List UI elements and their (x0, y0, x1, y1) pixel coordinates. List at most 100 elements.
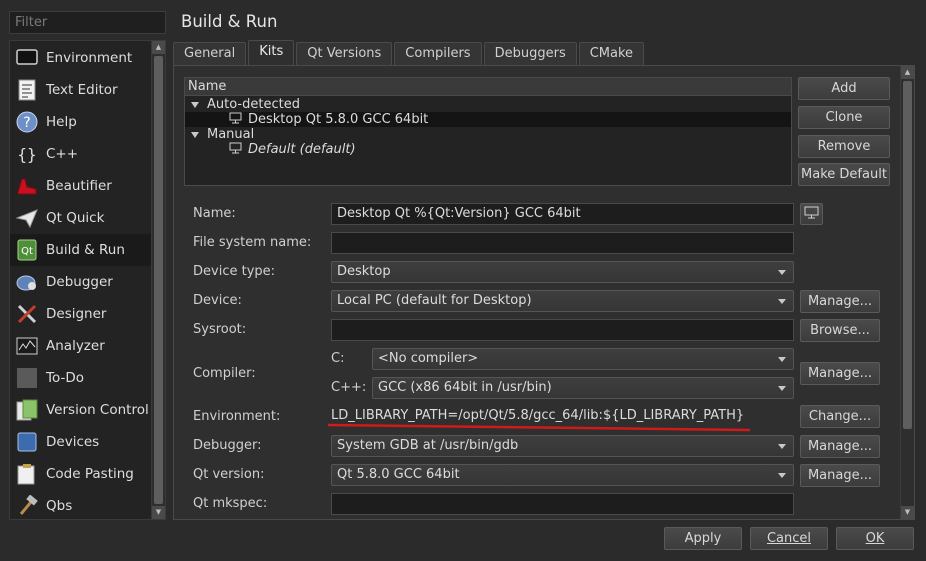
tree-group-manual[interactable]: Manual (185, 127, 791, 142)
kit-item-default[interactable]: Default (default) (185, 142, 791, 157)
monitor-icon (229, 112, 242, 128)
compiler-c-select[interactable]: <No compiler> (372, 348, 794, 370)
environment-change-button[interactable]: Change... (800, 405, 880, 428)
kit-label: Desktop Qt 5.8.0 GCC 64bit (248, 112, 429, 127)
tab-general[interactable]: General (173, 42, 247, 66)
tab-cmake[interactable]: CMake (578, 42, 645, 66)
debugger-manage-button[interactable]: Manage... (800, 435, 880, 458)
tab-debuggers[interactable]: Debuggers (483, 42, 577, 66)
category-scrollbar[interactable]: ▲ ▼ (151, 41, 165, 519)
kits-panel: Name Auto-detected Desktop Qt 5.8.0 GCC … (173, 65, 915, 520)
tree-group-label: Auto-detected (207, 97, 300, 112)
sidebar-item-qt-quick[interactable]: Qt Quick (10, 202, 152, 234)
svg-text:Qt: Qt (21, 246, 33, 257)
kit-item-desktop-qt[interactable]: Desktop Qt 5.8.0 GCC 64bit (185, 112, 791, 127)
compiler-manage-button[interactable]: Manage... (800, 362, 880, 385)
sidebar-item-code-pasting[interactable]: Code Pasting (10, 458, 152, 490)
scroll-down-arrow-icon[interactable]: ▼ (901, 506, 914, 519)
sidebar-item-label: Designer (46, 306, 107, 322)
device-manage-button[interactable]: Manage... (800, 290, 880, 313)
sidebar-item-text-editor[interactable]: Text Editor (10, 74, 152, 106)
remove-kit-button[interactable]: Remove (798, 135, 890, 158)
sidebar-item-analyzer[interactable]: Analyzer (10, 330, 152, 362)
tab-compilers[interactable]: Compilers (394, 42, 482, 66)
sidebar-item-designer[interactable]: Designer (10, 298, 152, 330)
expand-arrow-icon[interactable] (191, 131, 199, 138)
sidebar-item-qbs[interactable]: Qbs (10, 490, 152, 519)
filter-input[interactable]: Filter (9, 11, 166, 34)
device-type-select[interactable]: Desktop (331, 261, 794, 283)
build-run-icon: Qt (16, 239, 38, 261)
scrollbar-thumb[interactable] (154, 56, 163, 504)
name-field[interactable]: Desktop Qt %{Qt:Version} GCC 64bit (331, 203, 794, 225)
kit-label: Default (default) (248, 142, 356, 157)
todo-icon (16, 367, 38, 389)
cancel-button[interactable]: Cancel (750, 527, 828, 550)
scroll-down-arrow-icon[interactable]: ▼ (152, 506, 165, 519)
sidebar-item-version-control[interactable]: Version Control (10, 394, 152, 426)
sysroot-browse-button[interactable]: Browse... (800, 319, 880, 342)
sidebar-item-cpp[interactable]: {} C++ (10, 138, 152, 170)
sidebar-item-label: Help (46, 114, 77, 130)
tab-kits[interactable]: Kits (248, 40, 295, 66)
sidebar-item-beautifier[interactable]: Beautifier (10, 170, 152, 202)
debugger-select[interactable]: System GDB at /usr/bin/gdb (331, 435, 794, 457)
sidebar-item-label: Debugger (46, 274, 113, 290)
sidebar-item-label: Environment (46, 50, 133, 66)
qt-mkspec-label: Qt mkspec: (193, 496, 268, 511)
debugger-value: System GDB at /usr/bin/gdb (337, 438, 519, 453)
kit-tree[interactable]: Name Auto-detected Desktop Qt 5.8.0 GCC … (184, 77, 792, 186)
tab-qt-versions[interactable]: Qt Versions (296, 42, 393, 66)
sidebar-item-label: Version Control (46, 402, 149, 418)
clone-kit-button[interactable]: Clone (798, 106, 890, 129)
monitor-icon (229, 142, 242, 158)
sidebar-item-build-run[interactable]: Qt Build & Run (10, 234, 152, 266)
scrollbar-thumb[interactable] (903, 81, 912, 429)
tree-group-label: Manual (207, 127, 255, 142)
sidebar-item-label: Devices (46, 434, 100, 450)
text-document-icon (16, 79, 38, 101)
category-list[interactable]: Environment Text Editor ? Help {} C++ Be… (9, 40, 166, 520)
sidebar-item-label: Qt Quick (46, 210, 105, 226)
qt-version-select[interactable]: Qt 5.8.0 GCC 64bit (331, 464, 794, 486)
analyzer-chart-icon (16, 335, 38, 357)
shoe-icon (16, 175, 38, 197)
expand-arrow-icon[interactable] (191, 101, 199, 108)
qt-mkspec-field[interactable] (331, 493, 794, 515)
tab-bar: General Kits Qt Versions Compilers Debug… (173, 40, 646, 66)
device-select[interactable]: Local PC (default for Desktop) (331, 290, 794, 312)
fsname-label: File system name: (193, 235, 312, 250)
ok-button[interactable]: OK (836, 527, 914, 550)
sidebar-item-label: Code Pasting (46, 466, 134, 482)
debugger-label: Debugger: (193, 438, 262, 453)
sidebar-item-environment[interactable]: Environment (10, 42, 152, 74)
qt-version-manage-button[interactable]: Manage... (800, 464, 880, 487)
sidebar-item-label: Qbs (46, 498, 73, 514)
sidebar-item-debugger[interactable]: Debugger (10, 266, 152, 298)
tree-group-auto-detected[interactable]: Auto-detected (185, 97, 791, 112)
sidebar-item-devices[interactable]: Devices (10, 426, 152, 458)
content-scrollbar[interactable]: ▲ ▼ (900, 66, 914, 519)
bug-icon (16, 271, 38, 293)
kit-icon-button[interactable] (800, 203, 823, 225)
make-default-button[interactable]: Make Default (798, 163, 890, 186)
version-control-icon (16, 399, 38, 421)
compiler-cpp-select[interactable]: GCC (x86 64bit in /usr/bin) (372, 377, 794, 399)
environment-value: LD_LIBRARY_PATH=/opt/Qt/5.8/gcc_64/lib:$… (331, 408, 745, 423)
sidebar-item-help[interactable]: ? Help (10, 106, 152, 138)
fsname-field[interactable] (331, 232, 794, 254)
scroll-up-arrow-icon[interactable]: ▲ (152, 41, 165, 54)
paper-plane-icon (16, 207, 38, 229)
sysroot-label: Sysroot: (193, 322, 247, 337)
svg-text:?: ? (23, 115, 30, 131)
apply-button[interactable]: Apply (664, 527, 742, 550)
sidebar-item-label: Text Editor (46, 82, 118, 98)
compiler-label: Compiler: (193, 366, 256, 381)
add-kit-button[interactable]: Add (798, 77, 890, 100)
device-type-label: Device type: (193, 264, 276, 279)
monitor-icon (804, 206, 819, 223)
sysroot-field[interactable] (331, 319, 794, 341)
sidebar-item-todo[interactable]: To-Do (10, 362, 152, 394)
compiler-cpp-label: C++: (331, 380, 367, 395)
scroll-up-arrow-icon[interactable]: ▲ (901, 66, 914, 79)
